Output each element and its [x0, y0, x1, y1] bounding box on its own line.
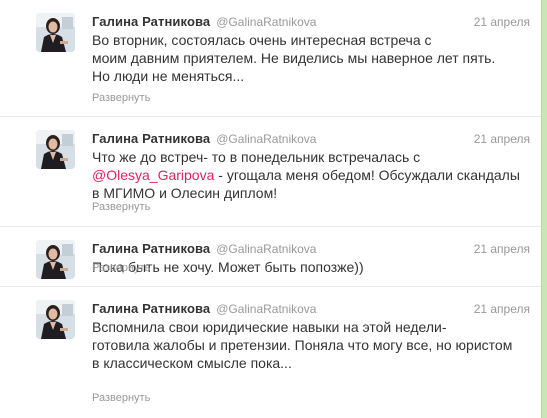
tweet-timestamp[interactable]: 21 апреля: [474, 14, 530, 30]
tweet-text: Пока быть не хочу. Может быть попозже)): [92, 258, 532, 276]
tweet-text-line: Во вторник, состоялась очень интересная …: [92, 32, 432, 48]
tweet-header: Галина Ратникова @GalinaRatnikova: [92, 131, 316, 147]
mention-link[interactable]: @Olesya_Garipova: [92, 167, 214, 183]
tweet-timestamp[interactable]: 21 апреля: [474, 301, 530, 317]
tweet-header: Галина Ратникова @GalinaRatnikova: [92, 301, 316, 317]
tweet-text-line: Пока быть не хочу. Может быть попозже)): [92, 259, 364, 275]
tweet-text: Вспомнила свои юридические навыки на это…: [92, 318, 532, 372]
tweet-text: Во вторник, состоялась очень интересная …: [92, 31, 532, 85]
tweet-text-line: в МГИМО и Олесин диплом!: [92, 185, 278, 201]
tweet-author-name[interactable]: Галина Ратникова: [92, 241, 210, 256]
tweet-item[interactable]: Галина Ратникова @GalinaRatnikova 21 апре…: [0, 227, 541, 287]
tweet-author-name[interactable]: Галина Ратникова: [92, 131, 210, 146]
tweet-text-line: @Olesya_Garipova - угощала меня обедом! …: [92, 166, 532, 184]
tweet-item[interactable]: Галина Ратникова @GalinaRatnikova 21 апре…: [0, 0, 541, 117]
expand-link[interactable]: Развернуть: [92, 391, 150, 405]
tweet-timestamp[interactable]: 21 апреля: [474, 241, 530, 257]
user-avatar-icon[interactable]: [36, 300, 75, 339]
tweet-author-username[interactable]: @GalinaRatnikova: [216, 242, 316, 256]
tweet-author-name[interactable]: Галина Ратникова: [92, 14, 210, 29]
tweet-author-username[interactable]: @GalinaRatnikova: [216, 132, 316, 146]
tweet-author-name[interactable]: Галина Ратникова: [92, 301, 210, 316]
tweet-text-line: Вспомнила свои юридические навыки на это…: [92, 319, 447, 335]
tweet-text-fragment: - угощала меня обедом! Обсуждали скандал…: [214, 167, 520, 183]
tweet-text-line: в классическом смысле пока...: [92, 355, 292, 371]
tweet-author-username[interactable]: @GalinaRatnikova: [216, 302, 316, 316]
tweet-text-line: готовила жалобы и претензии. Поняла что …: [92, 337, 513, 353]
expand-link[interactable]: Развернуть: [92, 91, 150, 105]
tweet-text: Что же до встреч- то в понедельник встре…: [92, 148, 532, 202]
tweet-header: Галина Ратникова @GalinaRatnikova: [92, 241, 316, 257]
tweet-timeline: Галина Ратникова @GalinaRatnikova 21 апре…: [0, 0, 541, 418]
tweet-text-line: моим давним приятелем. Не виделись мы на…: [92, 50, 496, 66]
user-avatar-icon[interactable]: [36, 13, 75, 52]
user-avatar-icon[interactable]: [36, 240, 75, 279]
tweet-author-username[interactable]: @GalinaRatnikova: [216, 15, 316, 29]
tweet-header: Галина Ратникова @GalinaRatnikova: [92, 14, 316, 30]
tweet-timestamp[interactable]: 21 апреля: [474, 131, 530, 147]
expand-link[interactable]: Развернуть: [92, 200, 150, 214]
tweet-item[interactable]: Галина Ратникова @GalinaRatnikova 21 апре…: [0, 287, 541, 418]
user-avatar-icon[interactable]: [36, 130, 75, 169]
tweet-text-line: Но люди не меняться...: [92, 68, 245, 84]
expand-link[interactable]: Развернуть: [92, 261, 150, 275]
page-side-border: [541, 0, 547, 418]
tweet-item[interactable]: Галина Ратникова @GalinaRatnikova 21 апре…: [0, 117, 541, 227]
tweet-text-line: Что же до встреч- то в понедельник встре…: [92, 149, 421, 165]
